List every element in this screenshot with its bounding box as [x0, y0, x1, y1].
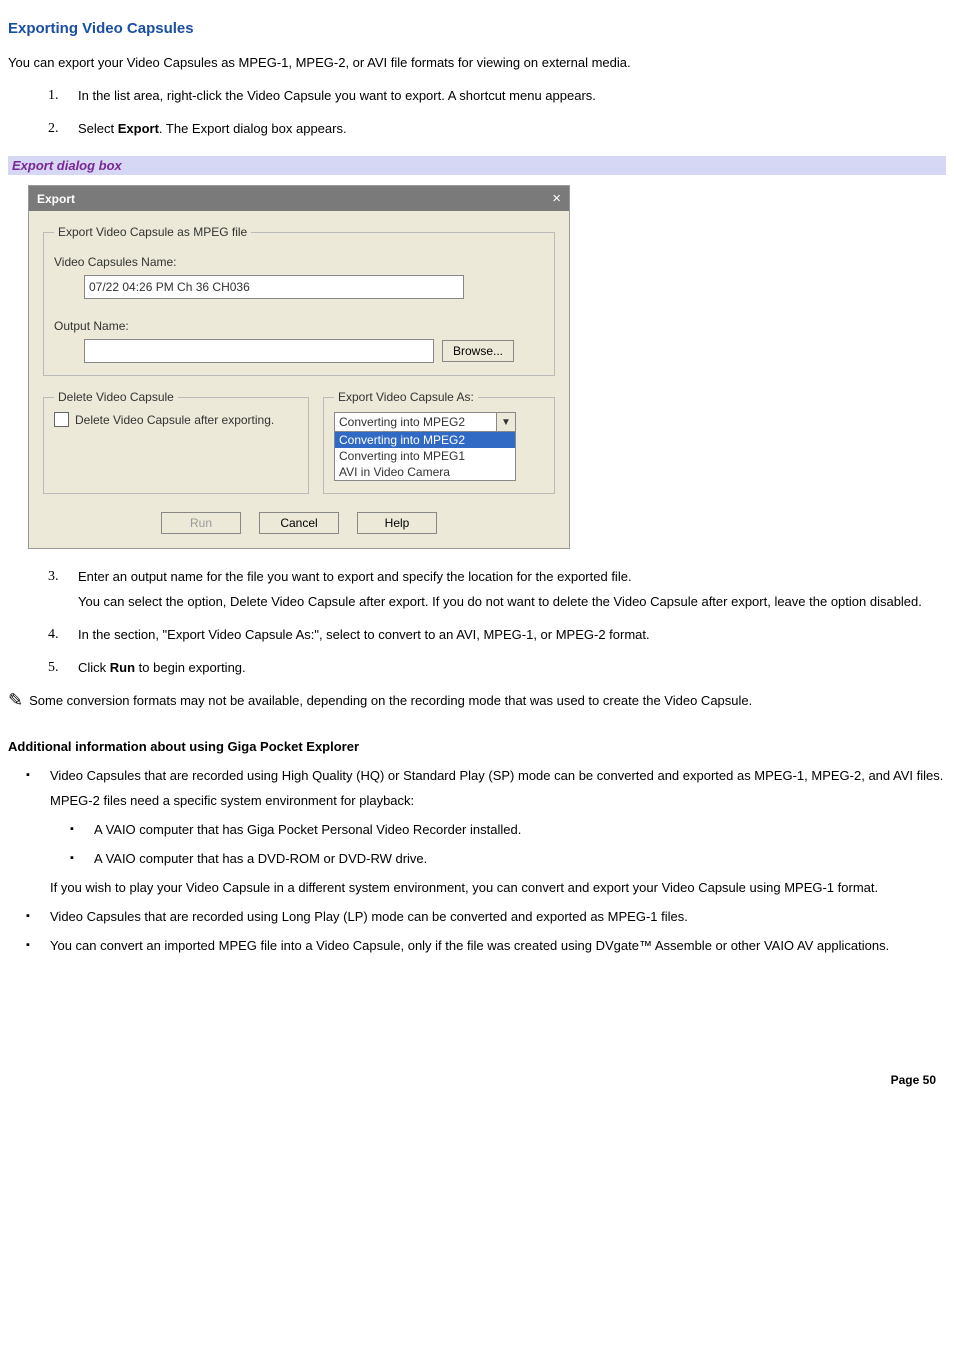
dialog-titlebar: Export ×	[29, 186, 569, 211]
step-item: 2. Select Export. The Export dialog box …	[48, 121, 946, 136]
fieldset-legend: Delete Video Capsule	[54, 390, 178, 404]
capsule-name-input[interactable]	[84, 275, 464, 299]
run-button[interactable]: Run	[161, 512, 241, 534]
note-icon: ✎	[8, 691, 23, 709]
page-footer: Page 50	[8, 1073, 946, 1087]
info-text: Video Capsules that are recorded using H…	[50, 768, 943, 783]
format-combobox[interactable]: Converting into MPEG2 ▼	[334, 412, 516, 432]
combobox-dropdown: Converting into MPEG2 Converting into MP…	[334, 432, 516, 481]
step-text: Enter an output name for the file you wa…	[78, 569, 632, 584]
list-item: A VAIO computer that has a DVD-ROM or DV…	[70, 851, 946, 866]
info-list: Video Capsules that are recorded using H…	[26, 768, 946, 953]
step-number: 3.	[48, 569, 59, 585]
info-para: MPEG-2 files need a specific system envi…	[50, 793, 946, 808]
fieldset-legend: Export Video Capsule as MPEG file	[54, 225, 251, 239]
combobox-option[interactable]: AVI in Video Camera	[335, 464, 515, 480]
capsule-name-label: Video Capsules Name:	[54, 255, 544, 269]
chevron-down-icon[interactable]: ▼	[496, 413, 515, 431]
step-item: 4. In the section, "Export Video Capsule…	[48, 627, 946, 642]
delete-fieldset: Delete Video Capsule Delete Video Capsul…	[43, 390, 309, 494]
combobox-option[interactable]: Converting into MPEG1	[335, 448, 515, 464]
figure-caption: Export dialog box	[8, 156, 946, 175]
steps-list-a: 1. In the list area, right-click the Vid…	[48, 88, 946, 136]
step-item: 3. Enter an output name for the file you…	[48, 569, 946, 609]
list-item: A VAIO computer that has Giga Pocket Per…	[70, 822, 946, 837]
step-text: Click Run to begin exporting.	[78, 660, 246, 675]
step-para: You can select the option, Delete Video …	[78, 594, 946, 609]
combobox-option[interactable]: Converting into MPEG2	[335, 432, 515, 448]
export-dialog: Export × Export Video Capsule as MPEG fi…	[28, 185, 570, 549]
delete-checkbox[interactable]	[54, 412, 69, 427]
export-mpeg-fieldset: Export Video Capsule as MPEG file Video …	[43, 225, 555, 376]
list-item: You can convert an imported MPEG file in…	[26, 938, 946, 953]
export-as-fieldset: Export Video Capsule As: Converting into…	[323, 390, 555, 494]
step-text: In the list area, right-click the Video …	[78, 88, 596, 103]
browse-button[interactable]: Browse...	[442, 340, 514, 362]
delete-checkbox-label: Delete Video Capsule after exporting.	[75, 413, 274, 427]
step-number: 1.	[48, 88, 59, 104]
step-number: 5.	[48, 660, 59, 676]
dialog-title-text: Export	[37, 192, 75, 206]
step-item: 1. In the list area, right-click the Vid…	[48, 88, 946, 103]
note-text: Some conversion formats may not be avail…	[29, 693, 752, 708]
list-item: Video Capsules that are recorded using L…	[26, 909, 946, 924]
output-name-input[interactable]	[84, 339, 434, 363]
list-item: Video Capsules that are recorded using H…	[26, 768, 946, 895]
note: ✎ Some conversion formats may not be ava…	[8, 693, 946, 709]
step-text: In the section, "Export Video Capsule As…	[78, 627, 650, 642]
output-name-label: Output Name:	[54, 319, 544, 333]
combobox-value: Converting into MPEG2	[335, 413, 496, 431]
additional-info-heading: Additional information about using Giga …	[8, 739, 946, 754]
fieldset-legend: Export Video Capsule As:	[334, 390, 478, 404]
step-item: 5. Click Run to begin exporting.	[48, 660, 946, 675]
page-heading: Exporting Video Capsules	[8, 20, 946, 37]
close-icon[interactable]: ×	[552, 190, 561, 207]
info-sublist: A VAIO computer that has Giga Pocket Per…	[70, 822, 946, 866]
help-button[interactable]: Help	[357, 512, 437, 534]
step-text: Select Export. The Export dialog box app…	[78, 121, 347, 136]
step-number: 4.	[48, 627, 59, 643]
info-para: If you wish to play your Video Capsule i…	[50, 880, 946, 895]
cancel-button[interactable]: Cancel	[259, 512, 339, 534]
step-number: 2.	[48, 121, 59, 137]
intro-text: You can export your Video Capsules as MP…	[8, 55, 946, 70]
steps-list-b: 3. Enter an output name for the file you…	[48, 569, 946, 675]
